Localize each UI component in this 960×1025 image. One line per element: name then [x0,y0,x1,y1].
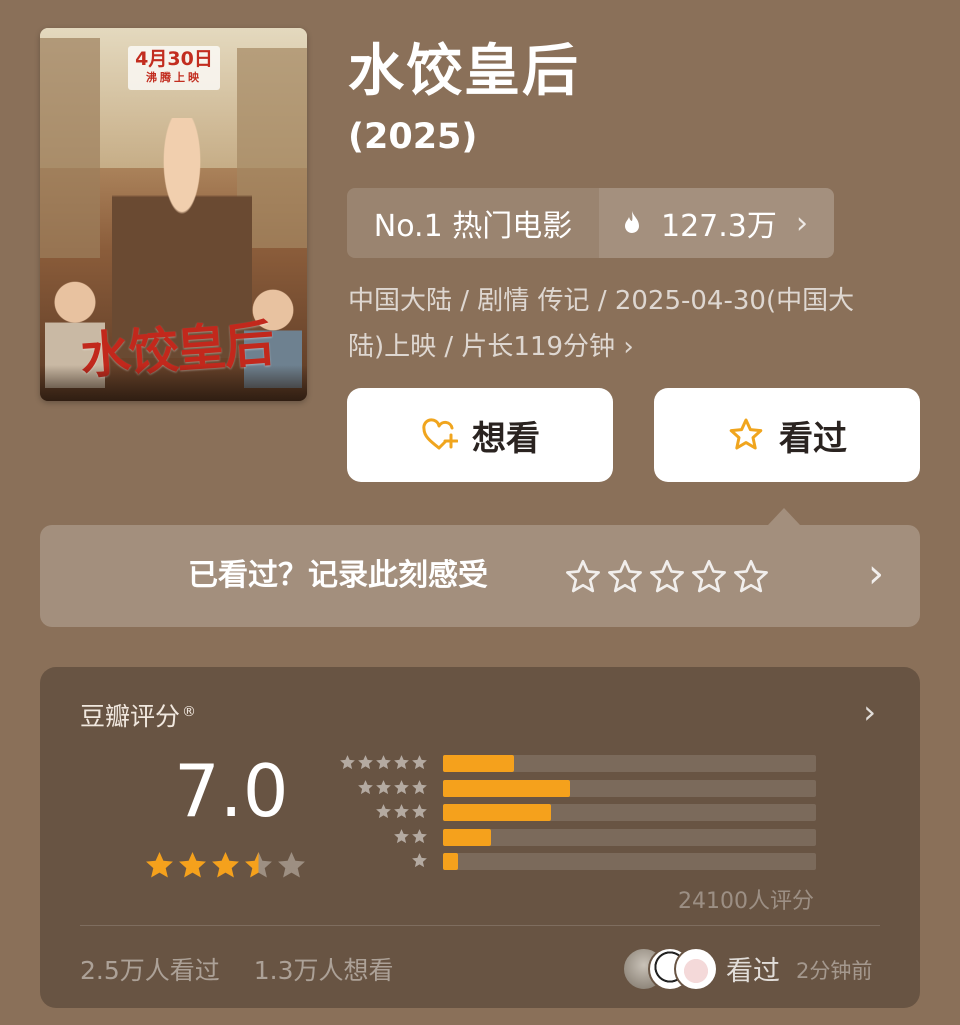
movie-year: (2025) [348,117,478,157]
movie-title: 水饺皇后 [348,39,580,104]
chevron-right-icon[interactable]: › [863,693,876,731]
star-outline-icon [729,418,763,450]
star-filled-icon [358,755,373,770]
watched-button[interactable]: 看过 [654,388,920,482]
star-filled-icon [394,779,409,794]
star-filled-icon [340,755,355,770]
watched-count: 2.5万人看过 [80,956,220,985]
distribution-stars [339,754,428,772]
star-filled-icon [179,851,206,878]
star-filled-icon [412,853,427,868]
record-feeling-bar[interactable]: 已看过？记录此刻感受 › [40,525,920,627]
meta-line-1: 中国大陆 / 剧情 传记 / 2025-04-30(中国大 [348,286,855,316]
distribution-track [443,804,816,821]
star-filled-icon [376,755,391,770]
score-label-wrap: 豆瓣评分 ® [80,697,196,733]
score-stars [144,850,307,881]
want-label: 想看 [472,418,540,459]
chevron-right-icon: › [623,332,634,362]
seen-label: 看过 [779,418,847,459]
distribution-row [335,803,816,821]
distribution-bar-4-star [443,779,570,797]
friend-action: 看过 [726,956,780,987]
heart-plus-icon [422,418,458,450]
audience-stats: 2.5万人看过 1.3万人想看 [80,951,419,987]
distribution-row [335,779,816,797]
star-outline-icon[interactable] [733,559,769,595]
rating-count: 24100人评分 [678,889,814,914]
friend-time: 2分钟前 [796,959,873,983]
distribution-bar-3-star [443,804,552,821]
rating-stars-input[interactable] [565,559,769,595]
star-filled-icon [394,804,409,819]
wish-count: 1.3万人想看 [253,956,394,985]
distribution-row [335,754,816,772]
distribution-stars [393,828,428,846]
distribution-row [335,828,816,846]
star-filled-icon [146,851,173,878]
chevron-right-icon: › [796,205,808,241]
divider [80,925,880,926]
ranking-bar[interactable]: No.1 热门电影 127.3万 › [347,188,834,258]
avatar [674,947,718,991]
distribution-bar-1-star [443,853,458,870]
distribution-bar-2-star [443,828,492,846]
star-filled-icon [394,828,409,843]
registered-mark: ® [182,703,197,720]
want-to-watch-button[interactable]: 想看 [347,388,613,482]
movie-meta[interactable]: 中国大陆 / 剧情 传记 / 2025-04-30(中国大 陆)上映 / 片长1… [348,278,908,370]
meta-line-2: 陆)上映 / 片长119分钟 [348,332,616,362]
score-value: 7.0 [174,749,289,833]
star-filled-icon [358,779,373,794]
star-filled-icon [412,755,427,770]
star-outline-icon[interactable] [607,559,643,595]
poster-release-tag: 沸腾上映 [146,71,202,84]
star-filled-icon [376,779,391,794]
distribution-track [443,779,816,797]
star-outline-icon[interactable] [691,559,727,595]
flame-icon [625,211,639,233]
star-filled-icon [212,851,239,878]
friend-avatars[interactable] [622,947,718,991]
star-filled-icon [412,828,427,843]
popover-caret [768,508,800,525]
chevron-right-icon: › [868,551,884,597]
star-filled-icon [394,755,409,770]
star-outline-icon[interactable] [649,559,685,595]
distribution-bar-5-star [443,755,514,772]
heat-section[interactable]: 127.3万 › [599,188,834,258]
distribution-track [443,853,816,870]
record-prompt: 已看过？记录此刻感受 [188,558,488,593]
distribution-stars [411,852,428,870]
poster-date-badge: 4月30日 沸腾上映 [128,46,220,90]
poster-credits [40,365,307,401]
star-filled-icon [412,779,427,794]
star-outline-icon[interactable] [565,559,601,595]
distribution-track [443,755,816,772]
score-label: 豆瓣评分 [80,702,181,731]
movie-poster[interactable]: 4月30日 沸腾上映 水饺皇后 [40,28,307,401]
distribution-stars [357,779,428,797]
ranking-label: No.1 热门电影 [373,209,573,244]
star-half-icon [245,851,272,878]
heat-value: 127.3万 [661,209,777,244]
distribution-track [443,828,816,846]
meta-line-2-wrap: 陆)上映 / 片长119分钟 › [348,324,908,370]
distribution-stars [375,803,428,821]
poster-date: 4月30日 [135,48,213,70]
distribution-row [335,852,816,870]
douban-score-card[interactable]: 豆瓣评分 ® › 7.0 24100人评分 2.5万人看过 1.3万人想看 看过 … [40,667,920,1008]
star-filled-icon [412,804,427,819]
poster-building-left [40,38,100,258]
star-filled-icon [376,804,391,819]
star-empty-icon [278,851,305,878]
